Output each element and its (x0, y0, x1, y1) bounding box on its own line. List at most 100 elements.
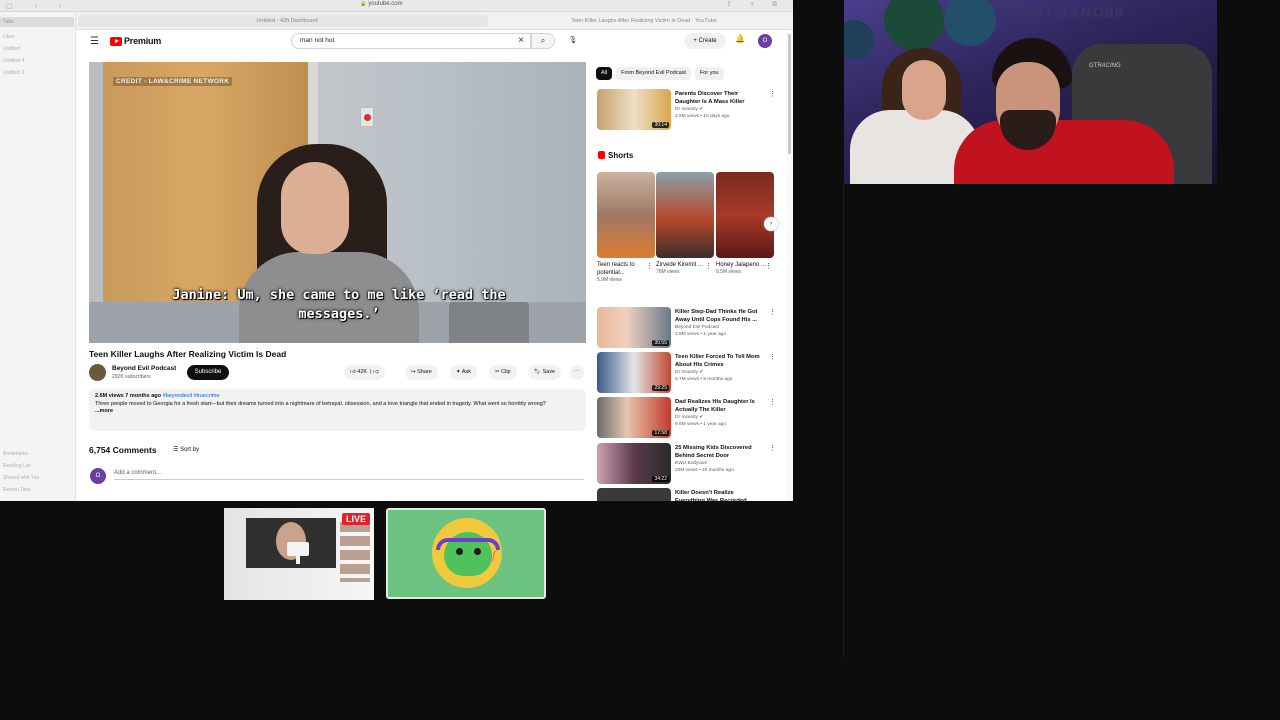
more-link[interactable]: ...more (95, 408, 580, 414)
share-button[interactable]: ↪ Share (405, 365, 438, 380)
sidebar-item-tabs[interactable]: Tabs (0, 17, 74, 27)
more-vert-icon[interactable]: ⋮ (769, 90, 776, 98)
sidebar-item[interactable]: Untitled 3 (3, 70, 24, 76)
shorts-header: Shorts (598, 151, 633, 160)
duration-badge: 34:22 (652, 476, 669, 482)
video-credit: CREDIT - LAW&CRIME NETWORK (113, 77, 233, 86)
rec-channel: Beyond Evil Podcast (675, 325, 719, 330)
short-item[interactable]: Teen reacts to potential... 5.9M views ⋮ (597, 172, 655, 283)
view-meta: 2.6M views 7 months ago (95, 393, 162, 399)
sidebar-item[interactable]: Untitled (3, 46, 20, 52)
stream-preview-thumbnail[interactable]: LIVE (224, 508, 374, 600)
duration-badge: 30:55 (652, 340, 669, 346)
video-caption: Janine: Um, she came to me like ‘read th… (172, 287, 506, 322)
like-button[interactable]: 👍︎ 42K | 👎︎ (344, 365, 385, 380)
save-button[interactable]: 🔖︎ Save (528, 365, 562, 380)
browser-tab-youtube[interactable]: Teen Killer Laughs After Realizing Victi… (492, 15, 788, 27)
sidebar-item-bookmarks[interactable]: Bookmarks (3, 451, 28, 457)
tab-bar: Untitled - 42ft Dashboard Teen Killer La… (0, 12, 793, 30)
sparkle-icon: ✦ (456, 369, 461, 375)
url-text: youtube.com (368, 1, 403, 7)
more-vert-icon[interactable]: ⋮ (769, 444, 776, 452)
add-comment-input[interactable]: Add a comment... (114, 470, 584, 480)
rec-title: Killer Doesn't Realize Everything Was Re… (675, 490, 747, 501)
video-player[interactable]: CREDIT - LAW&CRIME NETWORK Janine: Um, s… (89, 62, 586, 343)
search-button[interactable]: ⌕ (531, 33, 555, 49)
rec-views: 20M views • 10 months ago (675, 468, 734, 473)
youtube-logo[interactable]: Premium (110, 36, 161, 46)
create-button[interactable]: + Create (684, 33, 726, 49)
sort-by-button[interactable]: ☰ Sort by (173, 446, 199, 453)
avatar-thumbnail[interactable]: ʃ (386, 508, 546, 599)
description-box[interactable]: 2.6M views 7 months ago #beyondevil #tru… (89, 389, 586, 431)
sidebar-item[interactable]: Untitled 4 (3, 58, 24, 64)
more-vert-icon[interactable]: ⋮ (765, 262, 772, 270)
live-badge: LIVE (341, 513, 370, 525)
channel-name[interactable]: Beyond Evil Podcast (112, 365, 176, 372)
subscribe-button[interactable]: Subscribe (187, 365, 229, 380)
more-actions-button[interactable]: ⋯ (570, 365, 584, 380)
recommended-video[interactable]: 17:58 Dad Realizes His Daughter Is Actua… (597, 397, 787, 439)
sidebar-item-shared[interactable]: Shared with You (3, 475, 39, 481)
person-blanket (954, 120, 1174, 184)
shorts-icon (598, 151, 605, 159)
rec-channel: Dr Insanity ✔ (675, 370, 704, 375)
more-vert-icon[interactable]: ⋮ (769, 308, 776, 316)
lock-icon: 🔒 (360, 1, 367, 7)
close-icon[interactable]: × (518, 35, 524, 46)
scrollbar[interactable] (786, 30, 793, 501)
clip-button[interactable]: ✂ Clip (489, 365, 517, 380)
more-icon: ⋯ (574, 369, 580, 375)
rec-views: 5.7M views • 8 months ago (675, 377, 733, 382)
hashtags[interactable]: #beyondevil #truecrime (163, 393, 220, 399)
ask-button[interactable]: ✦ Ask (450, 365, 478, 380)
more-vert-icon[interactable]: ⋮ (769, 398, 776, 406)
video-thumbnail: 34:22 (597, 443, 671, 484)
rec-channel: Dr Insanity ✔ (675, 107, 704, 112)
chevron-right-icon[interactable]: › (764, 217, 778, 231)
bookmark-icon: 🔖︎ (534, 369, 541, 375)
recommended-video[interactable]: 34:22 25 Missing Kids Discovered Behind … (597, 443, 787, 485)
short-item[interactable]: Zirvede Kiremit ... 76M views ⋮ (656, 172, 714, 275)
browser-window: ▢ ‹ › 🔒 youtube.com ⇧ + ⧉ Untitled - 42ft… (0, 0, 793, 501)
rec-title: 25 Missing Kids Discovered Behind Secret… (675, 445, 752, 459)
rec-title: Parents Discover Their Daughter Is A Mas… (675, 91, 745, 105)
rec-title: Teen Killer Forced To Tell Mom About His… (675, 354, 760, 368)
preview-recommendations (340, 522, 370, 582)
recommended-video[interactable]: 30:55 Killer Step-Dad Thinks He Got Away… (597, 307, 787, 349)
duration-badge: 17:58 (652, 430, 669, 436)
avatar-eye (456, 548, 463, 555)
window-controls-icon[interactable]: ▢ ‹ › (6, 2, 71, 10)
channel-avatar[interactable] (89, 364, 106, 381)
chip-all[interactable]: All (596, 67, 613, 80)
browser-sidebar: Tabs Likes Untitled Untitled 4 Untitled … (0, 12, 76, 501)
more-vert-icon[interactable]: ⋮ (646, 262, 653, 270)
chip-for-you[interactable]: For you (694, 67, 724, 80)
recommended-video[interactable]: Killer Doesn't Realize Everything Was Re… (597, 488, 787, 501)
rec-title: Dad Realizes His Daughter Is Actually Th… (675, 399, 755, 413)
avatar-eye (474, 548, 481, 555)
sidebar-item-reading-list[interactable]: Reading List (3, 463, 31, 469)
browser-tab-dashboard[interactable]: Untitled - 42ft Dashboard (78, 15, 488, 27)
video-thumbnail: 17:58 (597, 397, 671, 438)
sidebar-item[interactable]: Likes (3, 34, 15, 40)
recommended-video[interactable]: 30:14 Parents Discover Their Daughter Is… (597, 89, 787, 131)
video-frame-alarm (360, 107, 374, 127)
chair-label: GTRACING (1089, 63, 1121, 69)
address-bar[interactable]: 🔒 youtube.com (360, 1, 403, 7)
more-vert-icon[interactable]: ⋮ (769, 353, 776, 361)
mic-icon[interactable]: 🎙 (565, 33, 581, 49)
rec-title: Killer Step-Dad Thinks He Got Away Until… (675, 309, 758, 323)
sidebar-item-recent-tabs[interactable]: Recent Tabs (3, 487, 31, 493)
browser-actions-icon[interactable]: ⇧ + ⧉ (726, 0, 785, 9)
comment-count: 6,754 Comments (89, 445, 157, 455)
youtube-play-icon (110, 36, 122, 46)
scrollbar-thumb[interactable] (788, 34, 791, 154)
recommended-video[interactable]: 29:25 Teen Killer Forced To Tell Mom Abo… (597, 352, 787, 394)
search-input[interactable]: man not hot × (291, 33, 531, 49)
chip-from-channel[interactable]: From Beyond Evil Podcast (616, 67, 691, 80)
bell-icon[interactable]: 🔔 (735, 34, 745, 43)
menu-icon[interactable]: ☰ (90, 36, 99, 47)
more-vert-icon[interactable]: ⋮ (705, 262, 712, 270)
avatar[interactable]: O (758, 34, 772, 48)
